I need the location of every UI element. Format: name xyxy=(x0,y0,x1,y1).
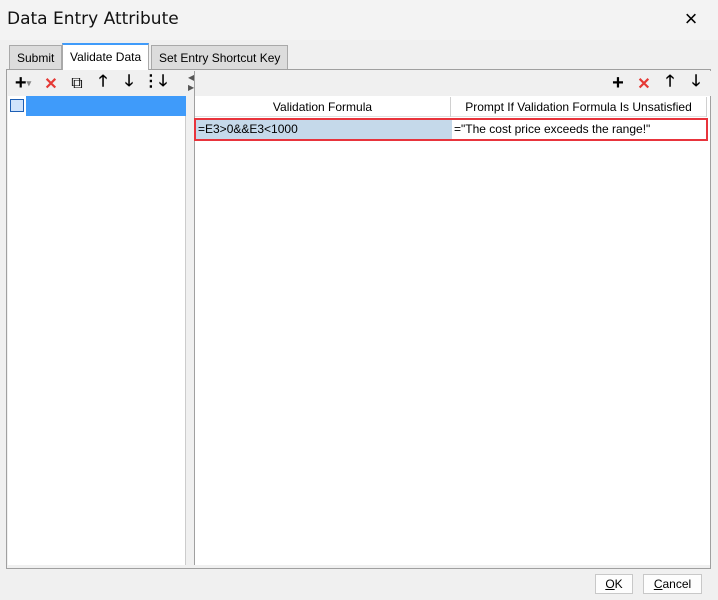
delete-icon[interactable]: ✕ xyxy=(38,73,64,95)
list-item[interactable] xyxy=(8,96,186,116)
close-icon[interactable]: × xyxy=(680,8,702,30)
copy-icon[interactable]: ⧉ xyxy=(64,73,90,95)
validation-table-pane: + ✕ 🡑 🡓 Validation Formula Prompt If Val… xyxy=(194,71,711,565)
rule-icon xyxy=(10,99,24,112)
plus-icon[interactable]: + xyxy=(605,72,631,95)
validation-formula-cell[interactable]: =E3>0&&E3<1000 xyxy=(196,120,452,139)
table-row[interactable]: =E3>0&&E3<1000 ="The cost price exceeds … xyxy=(194,118,708,141)
rule-list-pane: + ▾ ✕ ⧉ 🡑 🡓 ⋮🡓 xyxy=(8,71,186,565)
table-header: Validation Formula Prompt If Validation … xyxy=(195,97,707,117)
ok-mnemonic: O xyxy=(605,577,615,591)
delete-icon[interactable]: ✕ xyxy=(631,73,657,95)
cancel-label: ancel xyxy=(662,577,692,591)
add-button[interactable]: + ▾ xyxy=(8,72,38,95)
column-header-prompt[interactable]: Prompt If Validation Formula Is Unsatisf… xyxy=(451,97,707,117)
selected-item-highlight[interactable] xyxy=(26,96,186,116)
arrow-down-icon[interactable]: 🡓 xyxy=(116,73,142,95)
cancel-button[interactable]: Cancel xyxy=(643,574,702,594)
prompt-cell[interactable]: ="The cost price exceeds the range!" xyxy=(452,120,706,139)
ok-button[interactable]: OK xyxy=(595,574,633,594)
chevron-down-icon: ▾ xyxy=(26,78,32,88)
plus-icon: + xyxy=(14,72,27,94)
column-header-validation-formula[interactable]: Validation Formula xyxy=(195,97,451,117)
window-title: Data Entry Attribute xyxy=(7,9,179,29)
splitter-handle[interactable]: ◀ ▶ xyxy=(186,71,194,565)
title-bar: Data Entry Attribute × xyxy=(0,0,718,40)
ok-label: K xyxy=(614,577,623,591)
tab-set-entry-shortcut-key[interactable]: Set Entry Shortcut Key xyxy=(151,45,289,69)
arrow-up-icon[interactable]: 🡑 xyxy=(90,73,116,95)
tab-validate-data[interactable]: Validate Data xyxy=(62,43,150,70)
arrow-up-icon[interactable]: 🡑 xyxy=(657,73,683,95)
left-toolbar: + ▾ ✕ ⧉ 🡑 🡓 ⋮🡓 xyxy=(8,71,186,96)
arrow-down-icon[interactable]: 🡓 xyxy=(683,73,709,95)
move-down-icon[interactable]: ⋮🡓 xyxy=(142,73,168,95)
tab-submit[interactable]: Submit xyxy=(9,45,63,69)
right-toolbar: + ✕ 🡑 🡓 xyxy=(195,71,711,96)
